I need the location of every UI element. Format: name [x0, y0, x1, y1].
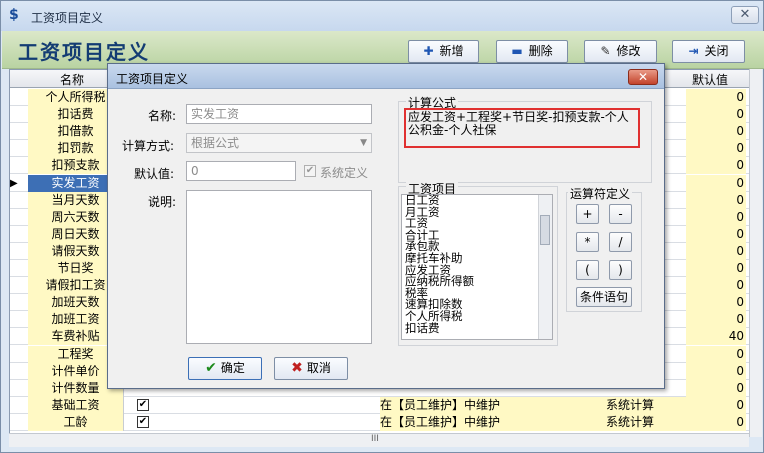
row-default: 0	[686, 396, 746, 414]
close-button[interactable]: ⇥ 关闭	[672, 40, 745, 63]
main-window: $ 工资项目定义 ✕ 工资项目定义 ✚ 新增 ▬ 删除 ✎ 修改 ⇥ 关闭 名称 默认值…	[0, 0, 764, 453]
op-divide-button[interactable]: /	[609, 232, 632, 252]
row-default: 0	[686, 123, 746, 141]
row-default: 0	[686, 225, 746, 243]
system-defined-label: 系统定义	[320, 166, 369, 180]
method-select[interactable]: 根据公式 ▼	[186, 133, 372, 153]
window-title: 工资项目定义	[31, 11, 104, 25]
default-label: 默认值:	[134, 167, 175, 181]
minus-icon: ▬	[511, 44, 523, 58]
grid-horizontal-scrollbar[interactable]: III	[9, 433, 749, 447]
row-checkbox[interactable]: ✔	[137, 415, 149, 428]
table-row[interactable]: 基础工资 ✔ 在【员工维护】中维护 系统计算 0	[10, 396, 756, 414]
row-default: 40	[686, 328, 746, 346]
op-left-paren-button[interactable]: (	[576, 260, 599, 280]
dialog-title-bar: 工资项目定义 ✕	[108, 64, 664, 89]
dialog-close-button[interactable]: ✕	[628, 69, 658, 85]
title-bar: $ 工资项目定义 ✕	[1, 1, 763, 31]
chevron-down-icon: ▼	[360, 138, 367, 148]
row-default: 0	[686, 413, 746, 431]
row-name: 工龄	[28, 413, 124, 431]
edit-button-label: 修改	[616, 44, 641, 58]
exit-icon: ⇥	[688, 44, 699, 58]
condition-button[interactable]: 条件语句	[576, 287, 632, 307]
op-minus-button[interactable]: -	[609, 204, 632, 224]
row-source: 在【员工维护】中维护	[380, 396, 606, 414]
formula-text[interactable]: 应发工资+工程奖+节日奖-扣预支款-个人公积金-个人社保	[404, 108, 640, 148]
op-right-paren-button[interactable]: )	[609, 260, 632, 280]
x-icon: ✖	[291, 360, 303, 376]
row-default: 0	[686, 157, 746, 175]
row-type: 系统计算	[606, 413, 686, 431]
row-default: 0	[686, 277, 746, 295]
cancel-button-label: 取消	[306, 361, 331, 375]
row-default: 0	[686, 191, 746, 209]
scroll-grip: III	[371, 434, 379, 444]
row-default: 0	[686, 140, 746, 158]
row-type: 系统计算	[606, 396, 686, 414]
close-button-label: 关闭	[704, 44, 729, 58]
row-default: 0	[686, 294, 746, 312]
method-label: 计算方式:	[122, 139, 175, 153]
list-item[interactable]: 扣话费	[402, 322, 552, 335]
row-default: 0	[686, 208, 746, 226]
row-default: 0	[686, 345, 746, 363]
plus-icon: ✚	[423, 44, 434, 58]
row-name: 基础工资	[28, 396, 124, 414]
row-source: 在【员工维护】中维护	[380, 413, 606, 431]
row-default: 0	[686, 260, 746, 277]
description-label: 说明:	[148, 195, 177, 209]
page-title: 工资项目定义	[18, 40, 150, 64]
method-value: 根据公式	[191, 136, 240, 150]
column-header-name[interactable]: 名称	[60, 71, 84, 88]
add-button[interactable]: ✚ 新增	[408, 40, 479, 63]
checkmark-icon: ✔	[205, 360, 217, 376]
op-multiply-button[interactable]: *	[576, 232, 599, 252]
table-row[interactable]: 工龄 ✔ 在【员工维护】中维护 系统计算 0	[10, 413, 756, 431]
name-field[interactable]: 实发工资	[186, 104, 372, 124]
items-list-scrollbar[interactable]	[538, 195, 552, 339]
name-label: 名称:	[148, 109, 177, 123]
ok-button-label: 确定	[220, 361, 245, 375]
delete-button[interactable]: ▬ 删除	[496, 40, 568, 63]
row-default: 0	[686, 89, 746, 106]
edit-icon: ✎	[600, 44, 611, 58]
row-default: 0	[686, 379, 746, 397]
description-field[interactable]	[186, 190, 372, 344]
items-list-body: 日工资 月工资 工资 合计工 承包款 摩托车补助 应发工资 应纳税所得额 税率 速算扣除数 个人所得…	[402, 194, 552, 335]
row-default: 0	[686, 106, 746, 124]
grid-vertical-scrollbar[interactable]	[749, 69, 762, 437]
system-defined-checkbox[interactable]: ✔	[304, 165, 316, 177]
row-default: 0	[686, 174, 746, 192]
row-default: 0	[686, 311, 746, 329]
edit-button[interactable]: ✎ 修改	[584, 40, 657, 63]
items-list[interactable]: 日工资 月工资 工资 合计工 承包款 摩托车补助 应发工资 应纳税所得额 税率 速算扣除数 个人所得…	[401, 194, 553, 340]
window-close-button[interactable]: ✕	[731, 6, 759, 24]
app-icon: $	[9, 7, 19, 23]
item-definition-dialog: 工资项目定义 ✕ 名称: 实发工资 计算方式: 根据公式 ▼ 默认值: 0 ✔ …	[107, 63, 665, 389]
delete-button-label: 删除	[528, 44, 553, 58]
row-default: 0	[686, 242, 746, 260]
column-header-default[interactable]: 默认值	[692, 71, 728, 88]
operators-legend: 运算符定义	[568, 185, 633, 202]
scroll-thumb[interactable]	[540, 215, 550, 245]
op-plus-button[interactable]: +	[576, 204, 599, 224]
row-default: 0	[686, 362, 746, 380]
default-value-field[interactable]: 0	[186, 161, 296, 181]
row-checkbox[interactable]: ✔	[137, 398, 149, 411]
ok-button[interactable]: ✔ 确定	[188, 357, 262, 380]
add-button-label: 新增	[439, 44, 464, 58]
row-selector-icon: ▶	[10, 177, 18, 189]
cancel-button[interactable]: ✖ 取消	[274, 357, 348, 380]
dialog-title: 工资项目定义	[116, 72, 189, 86]
